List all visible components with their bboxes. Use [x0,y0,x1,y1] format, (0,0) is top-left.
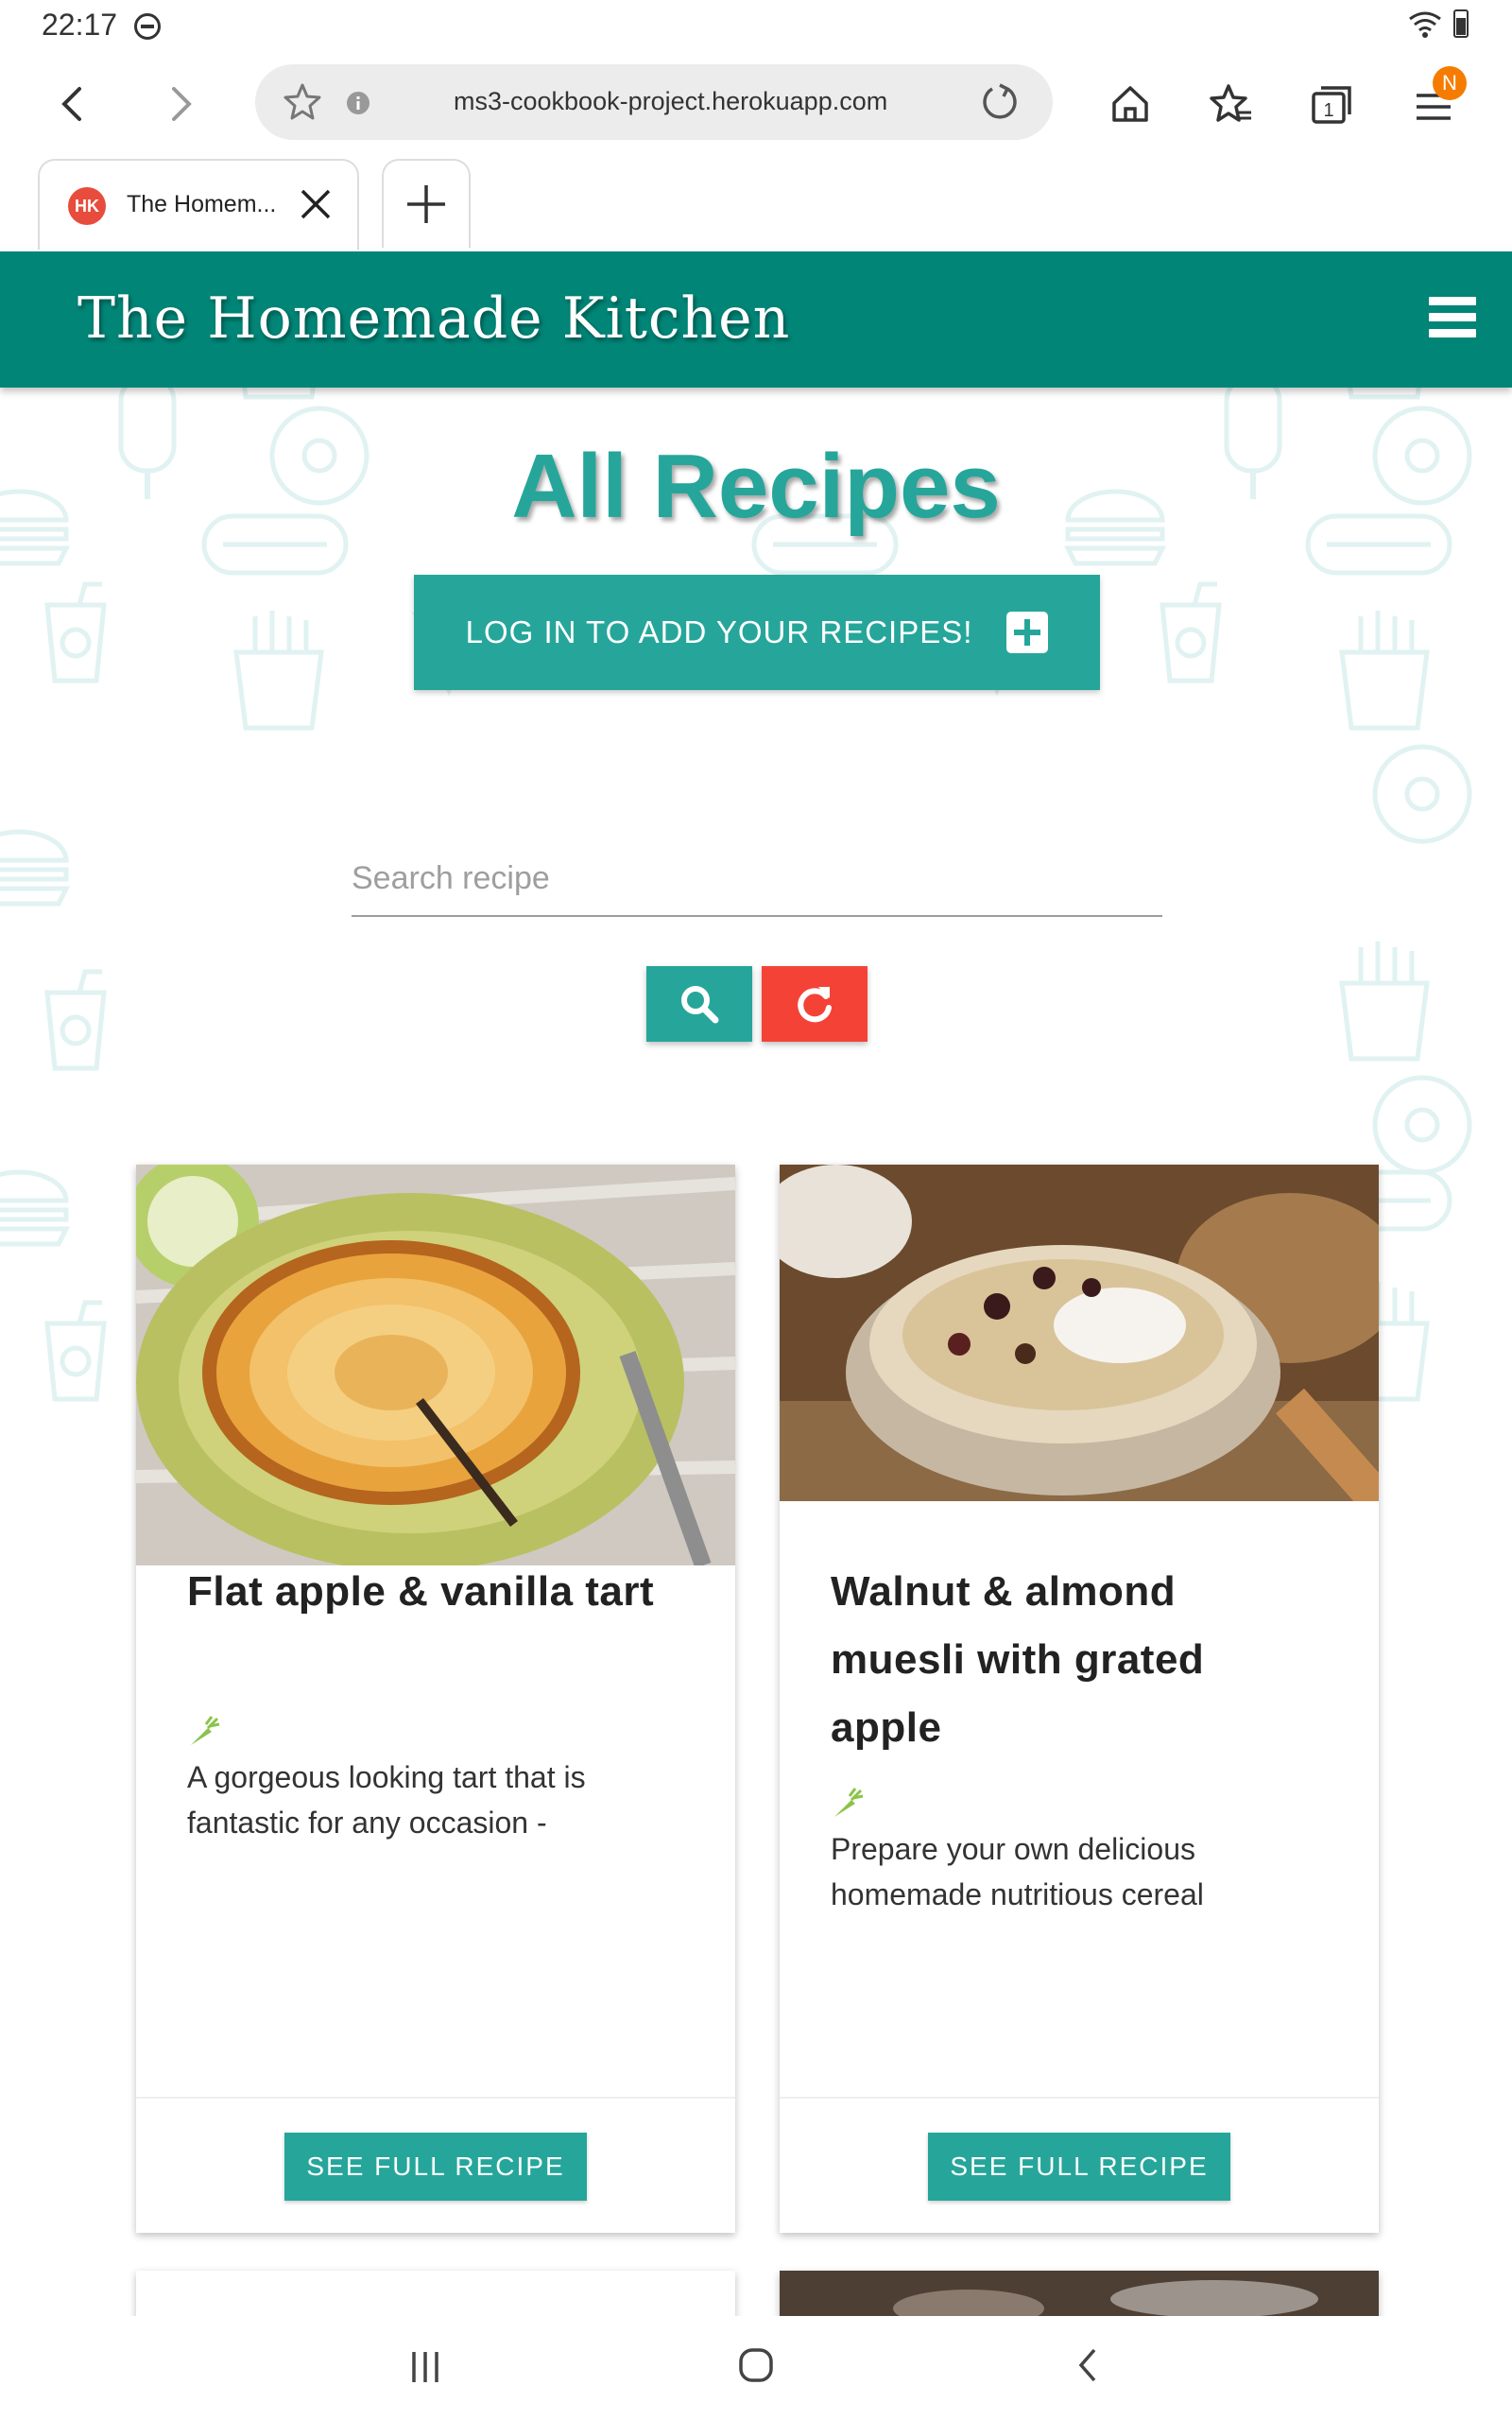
home-button[interactable] [1104,78,1157,130]
wifi-icon [1409,11,1441,38]
url-text[interactable]: ms3-cookbook-project.herokuapp.com [454,87,887,116]
home-icon [1112,86,1148,122]
carrot-icon [191,1716,220,1745]
recipe-title[interactable]: Walnut & almond muesli with grated apple [831,1558,1204,1762]
card-divider [780,2097,1379,2099]
see-full-recipe-button[interactable]: SEE FULL RECIPE [928,2133,1230,2201]
tab-count: 1 [1323,100,1333,121]
recent-apps-icon[interactable] [404,2346,446,2388]
status-time: 22:17 [42,8,118,42]
plus-icon [407,185,445,223]
bookmarks-button[interactable] [1204,78,1257,130]
card-divider [136,2097,735,2099]
home-nav-icon[interactable] [735,2344,777,2386]
recipe-description: A gorgeous looking tart that is fantasti… [187,1760,586,1840]
recipe-image-partial[interactable] [780,2271,1379,2316]
login-button-label: LOG IN TO ADD YOUR RECIPES! [465,614,973,649]
recipe-card-partial [136,2271,735,2316]
close-tab-icon[interactable] [293,182,338,227]
chevron-left-icon [61,87,81,121]
search-button[interactable] [646,966,752,1042]
redo-icon [798,987,832,1023]
new-tab-button[interactable] [382,159,471,248]
recipe-title[interactable]: Flat apple & vanilla tart [187,1558,654,1626]
site-navbar: The Homemade Kitchen [0,251,1512,388]
hamburger-menu-icon[interactable] [1429,297,1476,338]
plus-square-icon [1006,612,1049,653]
back-nav-icon[interactable] [1068,2344,1109,2386]
tab-homemade-kitchen[interactable]: HK The Homem... [38,159,359,250]
bookmarks-star-icon [1210,84,1251,122]
recipe-image-muesli[interactable] [780,1165,1379,1501]
search-recipe-input[interactable] [352,841,1162,917]
status-bar: 22:17 [0,0,1512,53]
back-button[interactable] [47,78,100,130]
see-full-recipe-button[interactable]: SEE FULL RECIPE [284,2133,587,2201]
recipe-description: Prepare your own delicious homemade nutr… [831,1832,1204,1911]
search-icon [681,986,719,1024]
battery-icon [1453,9,1469,38]
tab-title: The Homem... [127,191,277,217]
login-to-add-recipes-button[interactable]: LOG IN TO ADD YOUR RECIPES! [414,575,1100,690]
recipe-card-partial [780,2271,1379,2316]
tabs-icon: 1 [1312,86,1351,124]
android-navigation-bar [0,2316,1512,2420]
page-content: All Recipes LOG IN TO ADD YOUR RECIPES! [0,388,1512,2316]
recipe-image-apple-tart[interactable] [136,1165,735,1565]
star-add-bookmark-icon[interactable] [282,81,323,123]
chevron-right-icon [172,87,192,121]
tabs-button[interactable]: 1 [1306,78,1359,130]
do-not-disturb-icon [134,13,161,40]
site-brand-logo[interactable]: The Homemade Kitchen [77,285,790,352]
recipe-card: Walnut & almond muesli with grated apple… [780,1165,1379,2233]
recipe-card: Flat apple & vanilla tart A gorgeous loo… [136,1165,735,2233]
address-bar[interactable]: ms3-cookbook-project.herokuapp.com [255,64,1053,140]
forward-button[interactable] [153,78,206,130]
reset-search-button[interactable] [762,966,868,1042]
info-icon[interactable] [346,91,370,115]
carrot-icon [834,1788,864,1817]
site-favicon: HK [68,187,106,225]
page-title: All Recipes [511,436,1001,537]
reload-icon[interactable] [979,81,1021,123]
profile-badge: N [1433,66,1467,100]
